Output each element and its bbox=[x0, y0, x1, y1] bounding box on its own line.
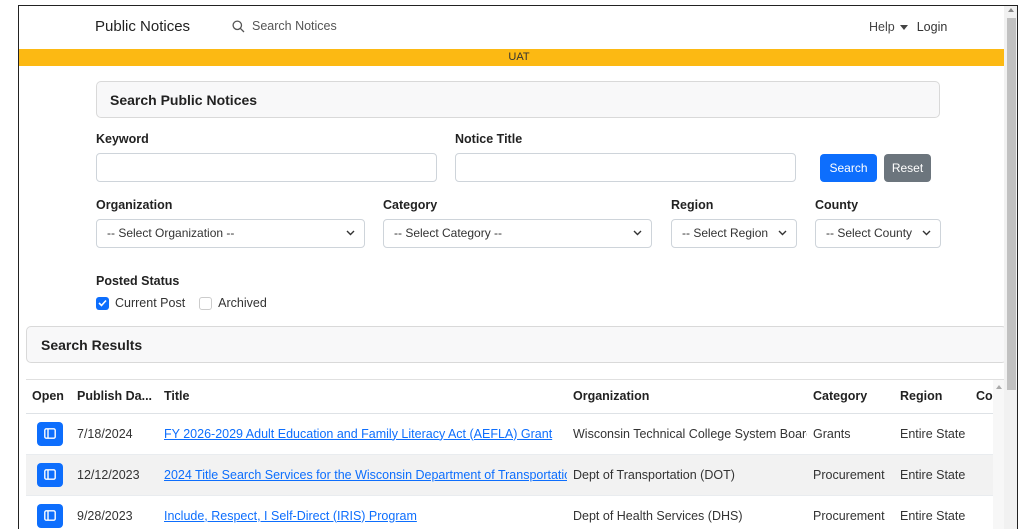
search-panel-header: Search Public Notices bbox=[96, 81, 940, 118]
category-selected: -- Select Category -- bbox=[394, 226, 503, 240]
archived-checkbox[interactable] bbox=[199, 296, 213, 310]
category-cell: Grants bbox=[807, 413, 894, 455]
checkmark-icon bbox=[98, 299, 107, 307]
login-link[interactable]: Login bbox=[917, 20, 948, 34]
results-table-container: Open Publish Da... Title Organization Ca… bbox=[26, 379, 1004, 529]
open-notice-button[interactable] bbox=[37, 421, 63, 446]
nav-search-link[interactable]: Search Notices bbox=[232, 19, 337, 33]
region-cell: Entire State bbox=[894, 413, 970, 455]
publish-date-cell: 7/18/2024 bbox=[71, 413, 158, 455]
current-post-checkbox[interactable] bbox=[96, 296, 109, 310]
organization-cell: Dept of Health Services (DHS) bbox=[567, 495, 807, 529]
results-panel-header: Search Results bbox=[26, 326, 1007, 363]
county-label: County bbox=[815, 198, 859, 212]
notice-title-input[interactable] bbox=[455, 153, 796, 182]
table-row: 7/18/2024 FY 2026-2029 Adult Education a… bbox=[26, 413, 1004, 455]
column-header-open[interactable]: Open bbox=[26, 380, 71, 414]
posted-status-group: Current Post Archived bbox=[96, 296, 267, 310]
column-header-organization[interactable]: Organization bbox=[567, 380, 807, 414]
environment-banner: UAT bbox=[19, 49, 1017, 66]
posted-status-label: Posted Status bbox=[96, 274, 180, 288]
column-header-publish-date[interactable]: Publish Da... bbox=[71, 380, 158, 414]
results-table: Open Publish Da... Title Organization Ca… bbox=[26, 380, 1004, 529]
caret-down-icon bbox=[899, 24, 908, 30]
column-header-category[interactable]: Category bbox=[807, 380, 894, 414]
organization-selected: -- Select Organization -- bbox=[107, 226, 235, 240]
results-panel-title: Search Results bbox=[41, 337, 143, 353]
scroll-up-arrow-icon[interactable] bbox=[1008, 8, 1014, 12]
page-scrollbar[interactable] bbox=[1004, 6, 1017, 529]
chevron-down-icon bbox=[778, 230, 787, 236]
search-button[interactable]: Search bbox=[820, 154, 877, 182]
browser-viewport: Public Notices Search Notices Help Login… bbox=[18, 5, 1018, 529]
region-select[interactable]: -- Select Region bbox=[671, 219, 797, 248]
county-selected: -- Select County bbox=[826, 226, 913, 240]
keyword-input[interactable] bbox=[96, 153, 437, 182]
open-notice-button[interactable] bbox=[37, 462, 63, 487]
category-select[interactable]: -- Select Category -- bbox=[383, 219, 652, 248]
region-cell: Entire State bbox=[894, 454, 970, 496]
table-row: 12/12/2023 2024 Title Search Services fo… bbox=[26, 454, 1004, 496]
organization-label: Organization bbox=[96, 198, 173, 212]
notice-title-label: Notice Title bbox=[455, 132, 523, 146]
column-header-region[interactable]: Region bbox=[894, 380, 970, 414]
reset-button[interactable]: Reset bbox=[884, 154, 931, 182]
county-select[interactable]: -- Select County bbox=[815, 219, 941, 248]
table-header-row: Open Publish Da... Title Organization Ca… bbox=[26, 380, 1004, 414]
region-label: Region bbox=[671, 198, 714, 212]
notice-title-link[interactable]: FY 2026-2029 Adult Education and Family … bbox=[164, 427, 552, 441]
notice-title-link[interactable]: 2024 Title Search Services for the Wisco… bbox=[164, 468, 567, 482]
open-window-icon bbox=[44, 428, 56, 439]
organization-select[interactable]: -- Select Organization -- bbox=[96, 219, 365, 248]
chevron-down-icon bbox=[922, 230, 931, 236]
table-row: 9/28/2023 Include, Respect, I Self-Direc… bbox=[26, 495, 1004, 529]
current-post-label: Current Post bbox=[115, 296, 186, 310]
organization-cell: Wisconsin Technical College System Board bbox=[567, 413, 807, 455]
nav-search-label: Search Notices bbox=[252, 19, 337, 33]
publish-date-cell: 9/28/2023 bbox=[71, 495, 158, 529]
search-icon bbox=[232, 19, 245, 32]
search-panel-title: Search Public Notices bbox=[110, 92, 258, 108]
chevron-down-icon bbox=[633, 230, 642, 236]
brand-link[interactable]: Public Notices bbox=[95, 18, 190, 35]
archived-label: Archived bbox=[218, 296, 267, 310]
scroll-up-arrow-icon[interactable] bbox=[996, 385, 1002, 389]
open-window-icon bbox=[44, 469, 56, 480]
help-label: Help bbox=[869, 20, 895, 34]
region-cell: Entire State bbox=[894, 495, 970, 529]
category-cell: Procurement bbox=[807, 454, 894, 496]
keyword-label: Keyword bbox=[96, 132, 149, 146]
scrollbar-thumb[interactable] bbox=[1007, 18, 1016, 390]
chevron-down-icon bbox=[346, 230, 355, 236]
open-notice-button[interactable] bbox=[37, 503, 63, 528]
category-cell: Procurement bbox=[807, 495, 894, 529]
organization-cell: Dept of Transportation (DOT) bbox=[567, 454, 807, 496]
help-menu[interactable]: Help Login bbox=[869, 20, 947, 34]
column-header-title[interactable]: Title bbox=[158, 380, 567, 414]
category-label: Category bbox=[383, 198, 438, 212]
publish-date-cell: 12/12/2023 bbox=[71, 454, 158, 496]
notice-title-link[interactable]: Include, Respect, I Self-Direct (IRIS) P… bbox=[164, 509, 417, 523]
table-scrollbar[interactable] bbox=[993, 380, 1004, 529]
navbar: Public Notices Search Notices Help Login bbox=[19, 6, 1017, 48]
region-selected: -- Select Region bbox=[682, 226, 769, 240]
open-window-icon bbox=[44, 510, 56, 521]
